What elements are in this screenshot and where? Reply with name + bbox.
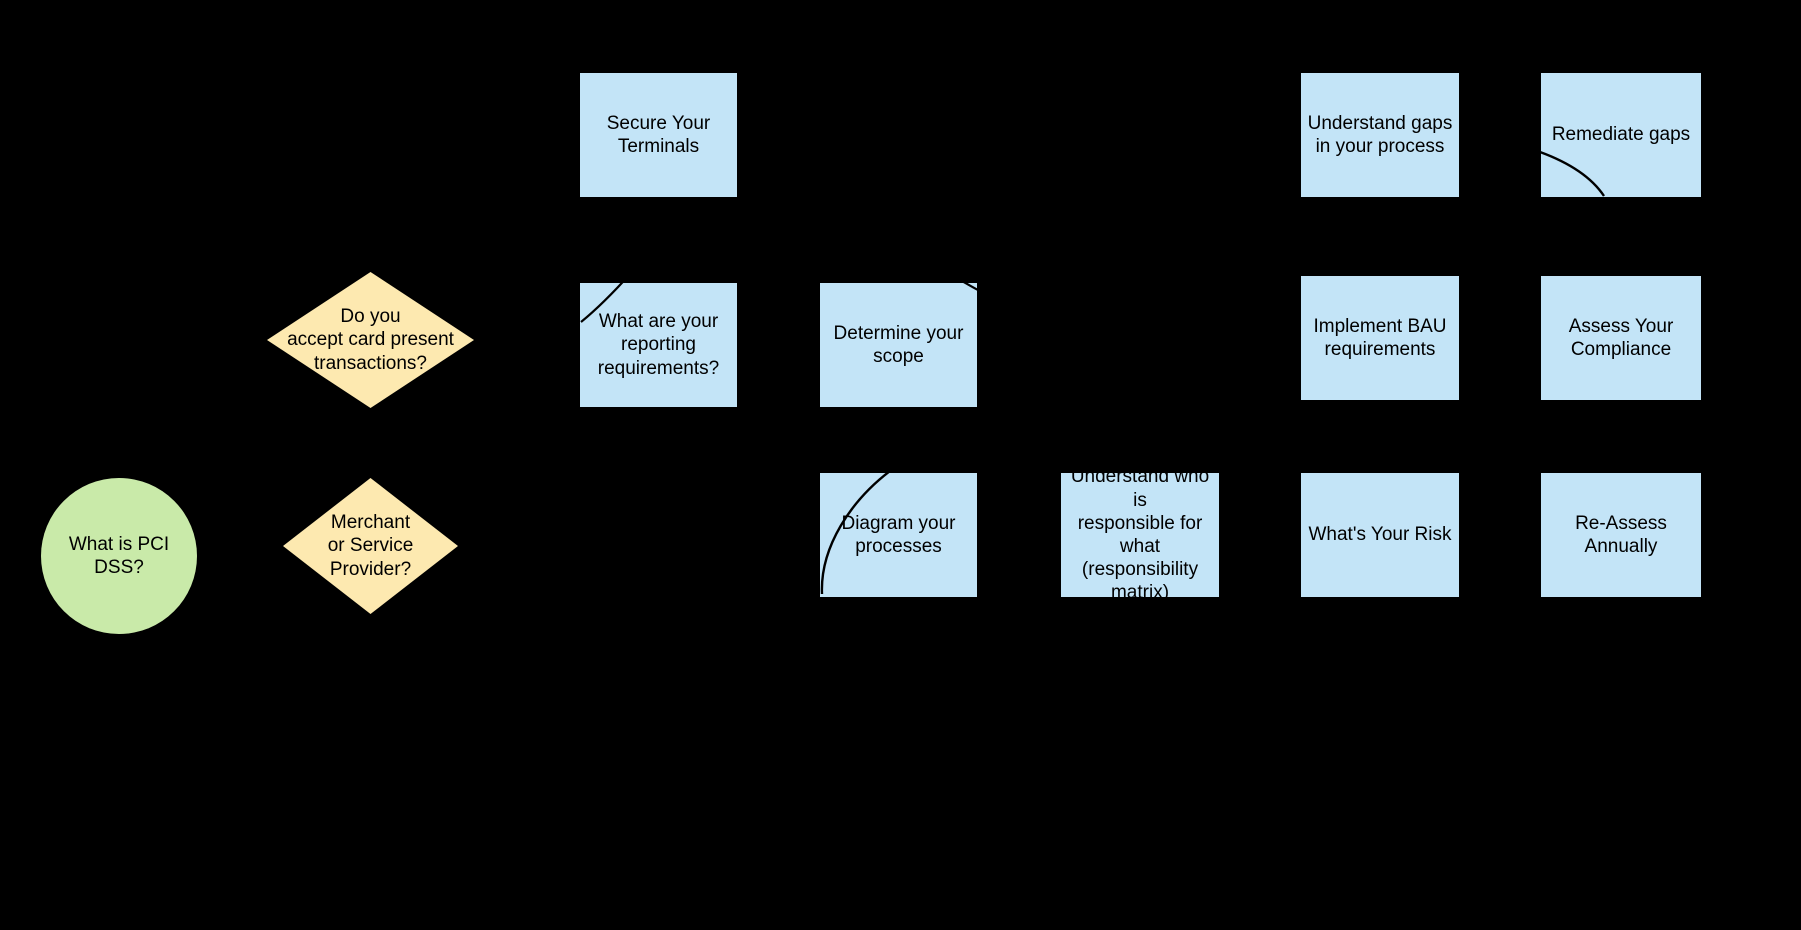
node-merchant-or-service-provider-decision[interactable]: Merchant or Service Provider?	[283, 478, 458, 614]
node-understand-gaps[interactable]: Understand gaps in your process	[1301, 73, 1459, 197]
node-label: Assess Your Compliance	[1568, 315, 1674, 360]
node-assess-your-compliance[interactable]: Assess Your Compliance	[1541, 276, 1701, 400]
node-label: Merchant or Service Provider?	[327, 512, 414, 580]
node-re-assess-annually[interactable]: Re-Assess Annually	[1541, 473, 1701, 597]
node-determine-your-scope[interactable]: Determine your scope	[820, 283, 977, 407]
connector-layer	[580, 150, 1605, 595]
node-label: What's Your Risk	[1308, 524, 1452, 546]
node-implement-bau-requirements[interactable]: Implement BAU requirements	[1301, 276, 1459, 400]
node-secure-your-terminals[interactable]: Secure Your Terminals	[580, 73, 737, 197]
node-label: Secure Your Terminals	[606, 112, 711, 157]
node-what-is-pci-dss[interactable]: What is PCI DSS?	[41, 478, 197, 634]
node-whats-your-risk[interactable]: What's Your Risk	[1301, 473, 1459, 597]
node-remediate-gaps[interactable]: Remediate gaps	[1541, 73, 1701, 197]
node-label: Diagram your processes	[841, 512, 956, 557]
node-reporting-requirements[interactable]: What are your reporting requirements?	[580, 283, 737, 407]
node-label: Re-Assess Annually	[1575, 512, 1667, 557]
flowchart-canvas: What is PCI DSS? Do you accept card pres…	[0, 0, 1801, 930]
node-responsibility-matrix[interactable]: Understand who is responsible for what (…	[1061, 466, 1219, 603]
node-label: Understand who is responsible for what (…	[1070, 466, 1210, 604]
node-label: Implement BAU requirements	[1313, 315, 1447, 360]
node-label: Remediate gaps	[1551, 124, 1691, 146]
node-label: Understand gaps in your process	[1307, 112, 1453, 157]
node-label: Determine your scope	[833, 322, 964, 367]
node-card-present-decision[interactable]: Do you accept card present transactions?	[267, 272, 474, 408]
node-label: What is PCI DSS?	[68, 533, 170, 578]
node-label: What are your reporting requirements?	[597, 311, 720, 379]
node-label: Do you accept card present transactions?	[287, 306, 454, 374]
node-diagram-your-processes[interactable]: Diagram your processes	[820, 473, 977, 597]
